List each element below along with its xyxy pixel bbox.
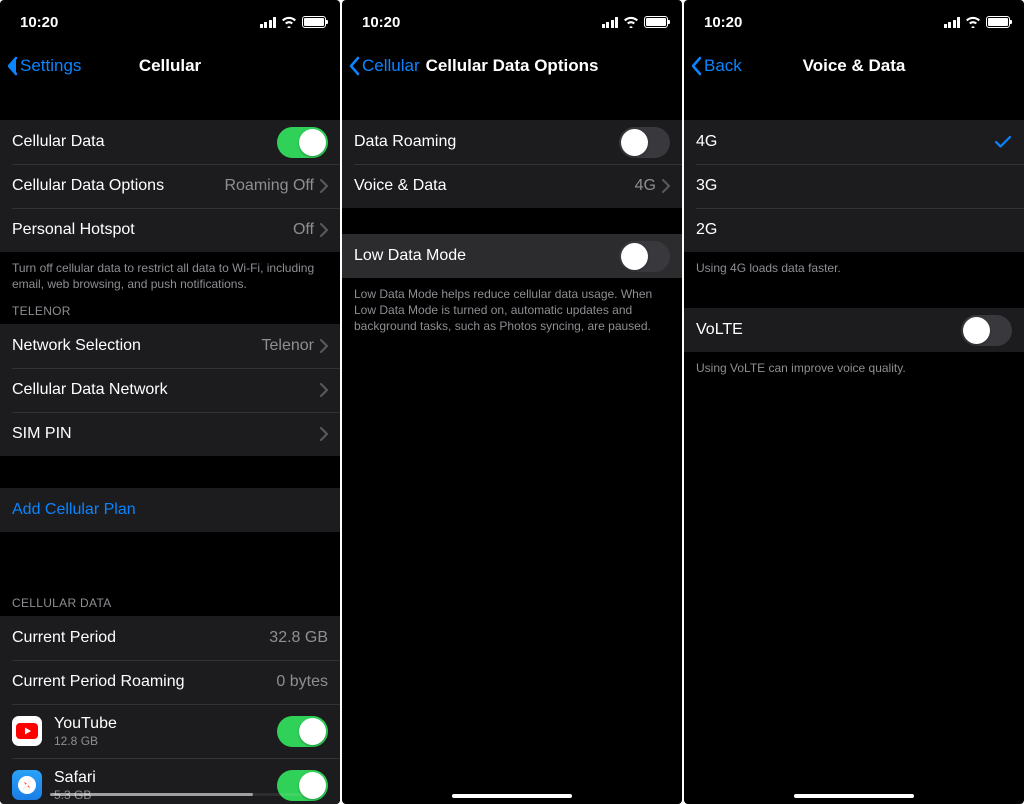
section-header-data: CELLULAR DATA xyxy=(0,590,340,616)
row-app-youtube[interactable]: YouTube 12.8 GB xyxy=(0,704,340,758)
nav-bar: Settings Cellular xyxy=(0,44,340,88)
chevron-left-icon xyxy=(348,56,360,76)
chevron-left-icon xyxy=(6,56,18,76)
row-data-roaming[interactable]: Data Roaming xyxy=(342,120,682,164)
back-button[interactable]: Back xyxy=(690,56,742,76)
chevron-right-icon xyxy=(320,427,328,441)
wifi-icon xyxy=(281,16,297,28)
screen-cellular-data-options: 10:20 Cellular Cellular Data Options Dat… xyxy=(342,0,682,804)
chevron-right-icon xyxy=(320,339,328,353)
row-add-cellular-plan[interactable]: Add Cellular Plan xyxy=(0,488,340,532)
toggle-data-roaming[interactable] xyxy=(619,127,670,158)
row-option-2g[interactable]: 2G xyxy=(684,208,1024,252)
back-button[interactable]: Settings xyxy=(6,56,81,76)
row-cellular-data-network[interactable]: Cellular Data Network xyxy=(0,368,340,412)
screen-voice-and-data: 10:20 Back Voice & Data 4G 3G xyxy=(684,0,1024,804)
screen-cellular: 10:20 Settings Cellular Cellular Data xyxy=(0,0,340,804)
signal-icon xyxy=(944,17,961,28)
wifi-icon xyxy=(965,16,981,28)
battery-icon xyxy=(644,16,668,28)
nav-bar: Back Voice & Data xyxy=(684,44,1024,88)
chevron-right-icon xyxy=(320,179,328,193)
toggle-app-youtube[interactable] xyxy=(277,716,328,747)
chevron-right-icon xyxy=(320,223,328,237)
row-network-selection[interactable]: Network Selection Telenor xyxy=(0,324,340,368)
signal-icon xyxy=(602,17,619,28)
status-bar: 10:20 xyxy=(0,0,340,44)
checkmark-icon xyxy=(994,135,1012,149)
safari-icon xyxy=(12,770,42,800)
status-time: 10:20 xyxy=(20,14,58,31)
section-footer: Turn off cellular data to restrict all d… xyxy=(0,252,340,298)
status-bar: 10:20 xyxy=(342,0,682,44)
row-current-period: Current Period 32.8 GB xyxy=(0,616,340,660)
row-current-period-roaming: Current Period Roaming 0 bytes xyxy=(0,660,340,704)
youtube-icon xyxy=(12,716,42,746)
section-footer: Using VoLTE can improve voice quality. xyxy=(684,352,1024,382)
home-indicator[interactable] xyxy=(794,794,914,798)
toggle-volte[interactable] xyxy=(961,315,1012,346)
chevron-right-icon xyxy=(662,179,670,193)
row-option-3g[interactable]: 3G xyxy=(684,164,1024,208)
row-cellular-data[interactable]: Cellular Data xyxy=(0,120,340,164)
chevron-left-icon xyxy=(690,56,702,76)
wifi-icon xyxy=(623,16,639,28)
toggle-app-safari[interactable] xyxy=(277,770,328,801)
page-title: Cellular xyxy=(139,56,201,76)
status-bar: 10:20 xyxy=(684,0,1024,44)
toggle-cellular-data[interactable] xyxy=(277,127,328,158)
back-button[interactable]: Cellular xyxy=(348,56,420,76)
row-sim-pin[interactable]: SIM PIN xyxy=(0,412,340,456)
horizontal-scroll-indicator xyxy=(50,793,310,796)
chevron-right-icon xyxy=(320,383,328,397)
home-indicator[interactable] xyxy=(452,794,572,798)
section-footer: Using 4G loads data faster. xyxy=(684,252,1024,282)
status-time: 10:20 xyxy=(362,14,400,31)
status-time: 10:20 xyxy=(704,14,742,31)
battery-icon xyxy=(302,16,326,28)
row-cellular-data-options[interactable]: Cellular Data Options Roaming Off xyxy=(0,164,340,208)
toggle-low-data-mode[interactable] xyxy=(619,241,670,272)
row-low-data-mode[interactable]: Low Data Mode xyxy=(342,234,682,278)
row-option-4g[interactable]: 4G xyxy=(684,120,1024,164)
row-app-safari[interactable]: Safari 5.3 GB xyxy=(0,758,340,804)
battery-icon xyxy=(986,16,1010,28)
signal-icon xyxy=(260,17,277,28)
page-title: Voice & Data xyxy=(803,56,906,76)
section-header-carrier: TELENOR xyxy=(0,298,340,324)
nav-bar: Cellular Cellular Data Options xyxy=(342,44,682,88)
page-title: Cellular Data Options xyxy=(426,56,599,76)
row-volte[interactable]: VoLTE xyxy=(684,308,1024,352)
row-personal-hotspot[interactable]: Personal Hotspot Off xyxy=(0,208,340,252)
row-voice-and-data[interactable]: Voice & Data 4G xyxy=(342,164,682,208)
section-footer: Low Data Mode helps reduce cellular data… xyxy=(342,278,682,341)
